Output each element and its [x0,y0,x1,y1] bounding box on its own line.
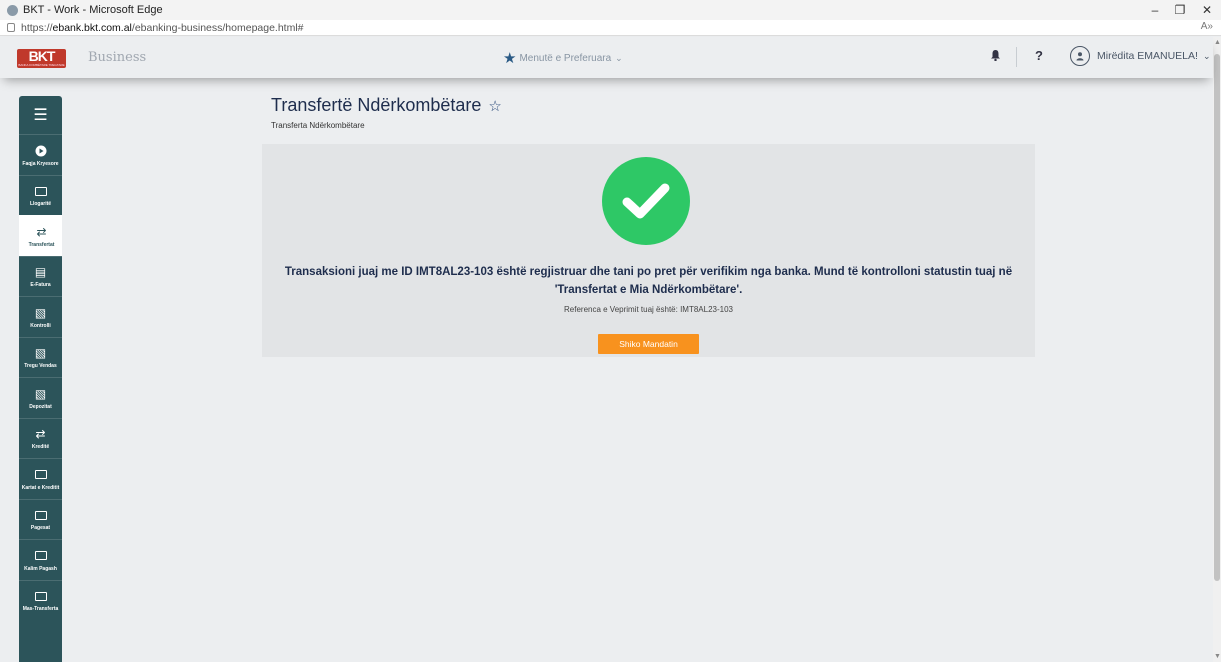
sidebar-item-label: Kontrolli [30,322,51,329]
favorites-label: Menutë e Preferuara [519,52,612,64]
help-button[interactable]: ? [1035,48,1043,63]
sidebar-item-kredit-[interactable]: ⇄ Kreditë [19,417,62,459]
sidebar-item-label: Faqja Kryesore [22,160,59,167]
sidebar-item-label: Kartat e Kreditit [21,484,60,491]
favorites-menu[interactable]: ★ Menutë e Preferuara ⌄ [503,49,623,67]
payroll-icon [34,548,47,564]
sidebar-item-pagesat[interactable]: Pagesat [19,498,62,540]
sidebar-item-mas-transferta[interactable]: Mas-Transferta [19,579,62,621]
close-button[interactable]: ✕ [1193,0,1221,20]
bkt-logo[interactable]: BKT BANKA KOMBËTARE TREGTARE [17,49,66,68]
success-check-icon [602,157,690,245]
scroll-down-arrow-icon[interactable]: ▼ [1214,653,1221,660]
payment-icon [34,507,47,523]
chevron-down-icon: ⌄ [615,52,623,63]
scrollbar-thumb[interactable] [1214,54,1220,581]
chevron-down-icon: ⌄ [1202,50,1211,61]
page-scrollbar[interactable]: ▲ ▼ [1213,37,1221,662]
logo-text: BKT [28,48,56,64]
logo-subtext: BANKA KOMBËTARE TREGTARE [18,63,65,67]
sidebar-item-kartat-e-kreditit[interactable]: Kartat e Kreditit [19,458,62,499]
menu-icon[interactable]: ☰ [19,96,62,134]
home-icon [35,143,47,159]
lock-icon [7,23,15,32]
restore-button[interactable]: ❐ [1166,0,1194,20]
sidebar-item-label: Mas-Transferta [22,606,59,613]
sidebar-item-label: Kreditë [31,444,50,451]
minimize-button[interactable]: – [1141,0,1169,20]
sidebar-item-faqja-kryesore[interactable]: Faqja Kryesore [19,134,62,175]
url-path: /ebanking-business/homepage.html# [131,21,304,34]
url-domain: ebank.bkt.com.al [52,21,132,34]
sidebar-item-kontrolli[interactable]: ▧ Kontrolli [19,296,62,337]
address-bar[interactable]: https://ebank.bkt.com.al/ebanking-busine… [0,20,1221,36]
breadcrumb: Transferta Ndërkombëtare [271,121,365,130]
favorite-star-icon[interactable]: ☆ [488,97,501,115]
sidebar: ☰ Faqja Kryesore Llogaritë ⇄ Transfertat ▤ E-… [19,96,62,662]
sidebar-item-kalim-pagash[interactable]: Kalim Pagash [19,539,62,580]
sidebar-item-label: E-Fatura [30,282,51,289]
card-icon [34,467,47,483]
sidebar-item-transfertat[interactable]: ⇄ Transfertat [19,215,62,256]
header-divider [1016,47,1017,67]
sidebar-item-depozitat[interactable]: ▧ Depozitat [19,377,62,418]
market-icon: ▧ [34,346,47,361]
accounts-icon [34,183,47,199]
invoice-icon: ▤ [34,265,47,280]
app-header: BKT BANKA KOMBËTARE TREGTARE Business ★ M… [0,37,1213,78]
sidebar-item-label: Depozitat [29,403,52,410]
user-avatar-icon [1070,46,1090,66]
mass-transfer-icon [34,588,47,604]
success-message: Transaksioni juaj me ID IMT8AL23-103 ësh… [284,266,1013,296]
star-icon: ★ [503,50,517,67]
user-menu[interactable]: Mirëdita EMANUELA! ⌄ [1070,46,1211,66]
success-card: Transaksioni juaj me ID IMT8AL23-103 ësh… [262,144,1035,357]
sidebar-item-label: Llogaritë [29,201,52,208]
sidebar-item-tregu-vendas[interactable]: ▧ Tregu Vendas [19,336,62,378]
browser-app-icon [7,4,18,16]
sidebar-item-e-fatura[interactable]: ▤ E-Fatura [19,255,62,297]
scroll-up-arrow-icon[interactable]: ▲ [1214,39,1221,46]
control-icon: ▧ [34,305,47,320]
transfer-icon: ⇄ [36,224,47,239]
browser-titlebar: BKT - Work - Microsoft Edge – ❐ ✕ [0,0,1221,20]
sidebar-item-label: Pagesat [30,525,51,532]
user-greeting: Mirëdita EMANUELA! [1097,50,1198,62]
view-mandate-button[interactable]: Shiko Mandatin [598,334,699,354]
page-title: Transfertë Ndërkombëtare ☆ [271,95,502,116]
deposit-icon: ▧ [34,386,47,401]
sidebar-item-label: Tregu Vendas [24,363,57,370]
bell-icon[interactable] [990,49,1001,64]
reference-text: Referenca e Veprimit tuaj është: IMT8AL2… [564,305,733,314]
sidebar-item-label: Kalim Pagash [24,565,57,572]
read-aloud-icon[interactable]: A» [1201,21,1213,32]
page-title-text: Transfertë Ndërkombëtare [271,95,482,115]
browser-title: BKT - Work - Microsoft Edge [23,4,163,16]
sidebar-item-llogarit-[interactable]: Llogaritë [19,174,62,216]
url-prefix: https:// [21,21,53,34]
credit-icon: ⇄ [35,427,46,442]
business-label: Business [88,50,147,65]
sidebar-item-label: Transfertat [28,241,55,248]
